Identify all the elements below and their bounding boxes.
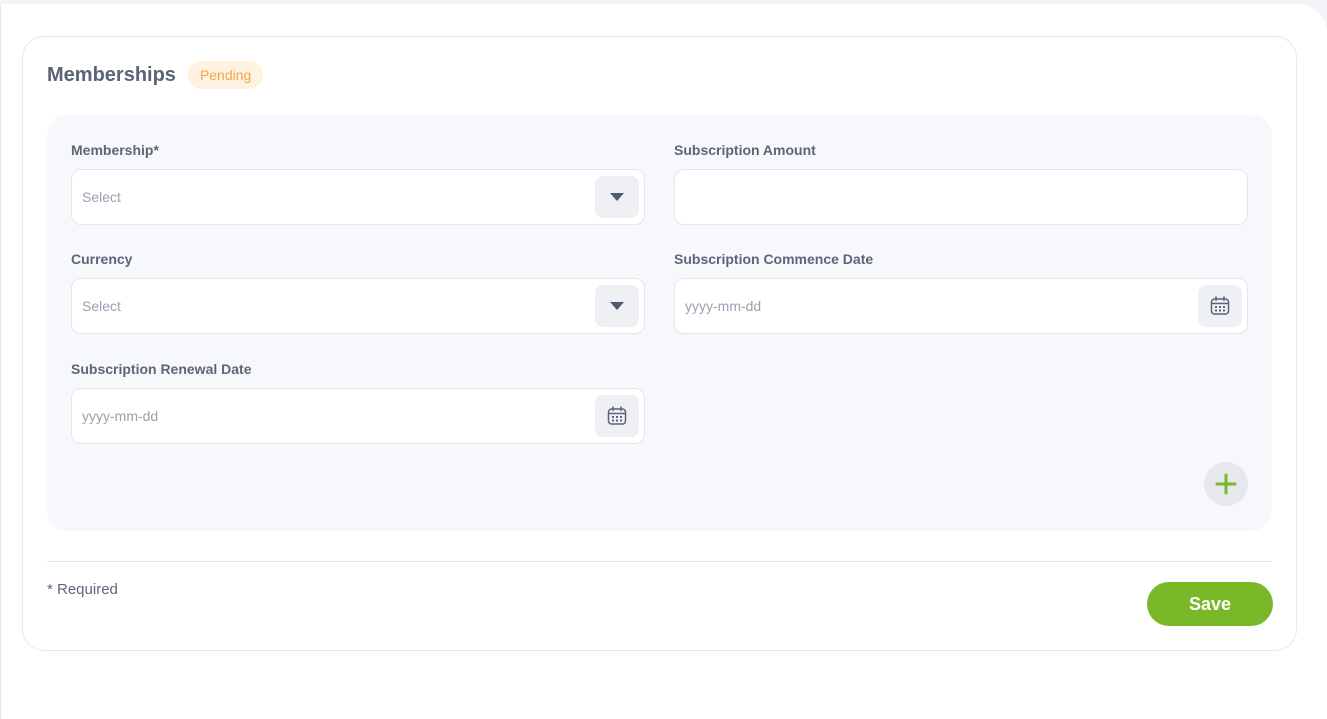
membership-select[interactable]: Select: [71, 169, 645, 225]
memberships-card: Memberships Pending Membership* Select S…: [22, 36, 1297, 651]
commence-date-picker-button[interactable]: [1198, 285, 1242, 327]
membership-label: Membership*: [71, 142, 159, 158]
currency-label: Currency: [71, 251, 133, 267]
commence-date-label: Subscription Commence Date: [674, 251, 874, 267]
save-button[interactable]: Save: [1147, 582, 1273, 626]
currency-field: Currency Select: [71, 250, 645, 334]
commence-date-input[interactable]: [675, 279, 1247, 333]
membership-dropdown-button[interactable]: [595, 176, 639, 218]
subscription-amount-field: Subscription Amount: [674, 141, 1248, 225]
membership-form: Membership* Select Subscription Amount C…: [47, 115, 1272, 531]
calendar-icon: [1210, 296, 1230, 315]
membership-field: Membership* Select: [71, 141, 645, 225]
subscription-amount-label: Subscription Amount: [674, 142, 816, 158]
commence-date-field: Subscription Commence Date: [674, 250, 1248, 334]
card-header: Memberships Pending: [47, 61, 264, 89]
calendar-icon: [607, 406, 627, 425]
renewal-date-field: Subscription Renewal Date: [71, 360, 645, 444]
plus-icon: [1215, 473, 1237, 495]
required-note: * Required: [47, 581, 118, 598]
renewal-date-label: Subscription Renewal Date: [71, 361, 252, 377]
add-membership-button[interactable]: [1204, 462, 1248, 506]
divider: [47, 561, 1272, 562]
currency-select-value: Select: [82, 298, 121, 314]
renewal-date-input[interactable]: [72, 389, 644, 443]
currency-select[interactable]: Select: [71, 278, 645, 334]
chevron-down-icon: [610, 302, 624, 310]
renewal-date-picker-button[interactable]: [595, 395, 639, 437]
chevron-down-icon: [610, 193, 624, 201]
commence-date-control: [674, 278, 1248, 334]
section-title: Memberships: [47, 63, 176, 86]
renewal-date-control: [71, 388, 645, 444]
page: Memberships Pending Membership* Select S…: [0, 4, 1327, 719]
subscription-amount-control: [674, 169, 1248, 225]
currency-dropdown-button[interactable]: [595, 285, 639, 327]
subscription-amount-input[interactable]: [675, 170, 1247, 224]
status-badge: Pending: [187, 61, 264, 89]
membership-select-value: Select: [82, 189, 121, 205]
